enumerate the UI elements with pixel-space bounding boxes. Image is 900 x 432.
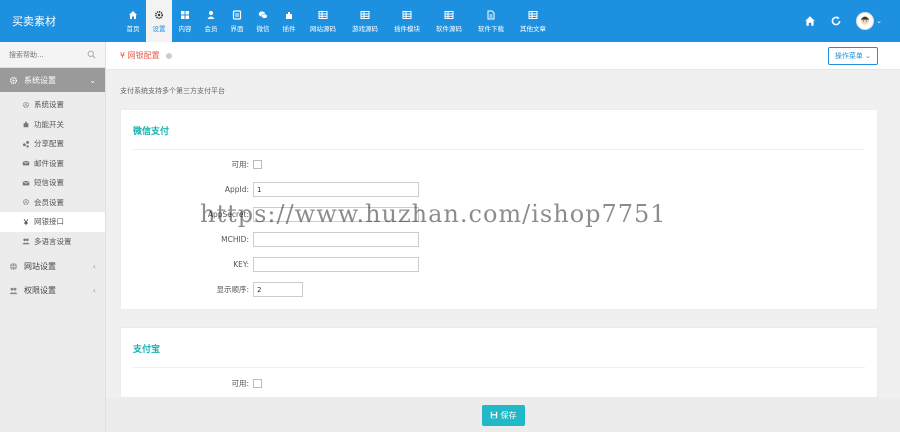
top-bar: 买卖素材 首页 设置 内容 会员 界面 微信 插件 网站源码 游戏源码 插件模块… xyxy=(0,0,900,42)
row-enable: 可用: xyxy=(121,378,262,389)
chevron-down-icon: ⌄ xyxy=(89,75,96,85)
table-icon xyxy=(528,10,538,19)
search-icon[interactable] xyxy=(87,50,96,59)
alipay-panel: 支付宝 可用: xyxy=(120,327,878,398)
nav-software-download[interactable]: 软件下载 xyxy=(470,0,512,42)
divider xyxy=(133,149,865,150)
table-icon xyxy=(444,10,454,19)
nav-other-articles[interactable]: 其他文章 xyxy=(512,0,554,42)
gear-icon xyxy=(154,10,164,19)
nav-wechat[interactable]: 微信 xyxy=(250,0,276,42)
avatar[interactable] xyxy=(856,12,875,30)
grid-icon xyxy=(181,10,189,19)
sidebar-group-system[interactable]: 系统设置 ⌄ xyxy=(0,68,105,92)
palette-icon xyxy=(232,9,242,20)
nav-plugin[interactable]: 插件 xyxy=(276,0,302,42)
key-input[interactable] xyxy=(253,257,419,272)
row-key: KEY: xyxy=(121,257,419,272)
nav-settings[interactable]: 设置 xyxy=(146,0,172,42)
row-appid: AppId: xyxy=(121,182,419,197)
wechat-icon xyxy=(258,10,268,19)
nav-game-source[interactable]: 游戏源码 xyxy=(344,0,386,42)
table-icon xyxy=(360,10,370,19)
mail-icon xyxy=(22,180,30,186)
panel-title: 微信支付 xyxy=(133,127,170,137)
yen-icon xyxy=(23,218,29,225)
chevron-down-icon[interactable]: ⌄ xyxy=(876,17,882,25)
mchid-input[interactable] xyxy=(253,232,419,247)
gear-icon xyxy=(23,101,29,108)
sidebar-group-permission[interactable]: 权限设置 ‹ xyxy=(0,278,105,302)
gear-icon xyxy=(23,199,29,206)
user-avatar-icon xyxy=(860,16,870,25)
sidebar-item-switch[interactable]: 功能开关 xyxy=(0,115,105,135)
user-icon xyxy=(207,10,215,19)
nav-home[interactable]: 首页 xyxy=(120,0,146,42)
row-enable: 可用: xyxy=(121,159,262,170)
nav-software-source[interactable]: 软件源码 xyxy=(428,0,470,42)
sidebar-group-site[interactable]: 网站设置 ‹ xyxy=(0,254,105,278)
home-icon xyxy=(129,10,137,19)
search-input[interactable] xyxy=(9,50,85,59)
users-icon xyxy=(9,287,18,294)
file-icon xyxy=(487,10,495,19)
sidebar-search xyxy=(0,42,105,68)
watermark-text: https://www.huzhan.com/ishop7751 xyxy=(200,200,667,228)
field-label: MCHID: xyxy=(221,235,249,244)
field-label: 可用: xyxy=(231,160,249,169)
table-icon xyxy=(402,10,412,19)
chevron-left-icon: ‹ xyxy=(92,285,96,295)
chevron-left-icon: ‹ xyxy=(92,261,96,271)
mail-icon xyxy=(22,161,30,166)
gear-icon xyxy=(9,76,18,84)
sidebar-item-mail[interactable]: 邮件设置 xyxy=(0,154,105,174)
globe-icon xyxy=(9,262,18,270)
home-icon[interactable] xyxy=(804,15,816,27)
appid-input[interactable] xyxy=(253,182,419,197)
field-label: AppId: xyxy=(224,185,249,194)
operation-menu-button[interactable]: 操作菜单 ⌄ xyxy=(827,46,878,65)
tab-close-dot[interactable] xyxy=(165,52,172,59)
enable-checkbox[interactable] xyxy=(253,379,262,388)
sidebar-item-payment[interactable]: 网银接口 xyxy=(0,212,105,232)
sidebar: 系统设置 ⌄ 系统设置 功能开关 分享配置 邮件设置 短信设置 会员设置 网银接… xyxy=(0,42,106,432)
share-icon xyxy=(22,140,30,148)
field-label: 可用: xyxy=(231,379,249,388)
enable-checkbox[interactable] xyxy=(253,160,262,169)
refresh-icon[interactable] xyxy=(830,15,842,27)
nav-site-source[interactable]: 网站源码 xyxy=(302,0,344,42)
sidebar-item-member[interactable]: 会员设置 xyxy=(0,193,105,213)
sidebar-item-sms[interactable]: 短信设置 xyxy=(0,173,105,193)
field-label: 显示顺序: xyxy=(216,285,249,294)
users-icon xyxy=(22,238,30,245)
save-button[interactable]: 保存 xyxy=(481,404,525,426)
main-content: ¥ 网银配置 操作菜单 ⌄ 支付系统支持多个第三方支付平台 微信支付 可用: A… xyxy=(106,42,900,432)
nav-content[interactable]: 内容 xyxy=(172,0,198,42)
table-icon xyxy=(318,10,328,19)
page-description: 支付系统支持多个第三方支付平台 xyxy=(120,87,225,95)
brand-logo[interactable]: 买卖素材 xyxy=(0,0,120,42)
tab-bar: ¥ 网银配置 操作菜单 ⌄ xyxy=(106,42,900,70)
nav-interface[interactable]: 界面 xyxy=(224,0,250,42)
plugin-icon xyxy=(286,11,292,19)
top-right-tools: ⌄ xyxy=(804,0,900,42)
nav-plugin-module[interactable]: 插件模块 xyxy=(386,0,428,42)
sidebar-item-share[interactable]: 分享配置 xyxy=(0,134,105,154)
order-input[interactable] xyxy=(253,282,303,297)
toggle-icon xyxy=(23,121,29,128)
field-label: KEY: xyxy=(233,260,249,269)
tab-payment-config[interactable]: ¥ 网银配置 xyxy=(120,50,172,61)
save-icon xyxy=(490,411,497,419)
panel-title: 支付宝 xyxy=(133,345,161,355)
divider xyxy=(133,367,865,368)
row-order: 显示顺序: xyxy=(121,282,303,297)
sidebar-item-language[interactable]: 多语言设置 xyxy=(0,232,105,252)
save-bar: 保存 xyxy=(106,398,900,432)
top-nav: 首页 设置 内容 会员 界面 微信 插件 网站源码 游戏源码 插件模块 软件源码… xyxy=(120,0,554,42)
nav-member[interactable]: 会员 xyxy=(198,0,224,42)
sidebar-item-system[interactable]: 系统设置 xyxy=(0,95,105,115)
row-mchid: MCHID: xyxy=(121,232,419,247)
